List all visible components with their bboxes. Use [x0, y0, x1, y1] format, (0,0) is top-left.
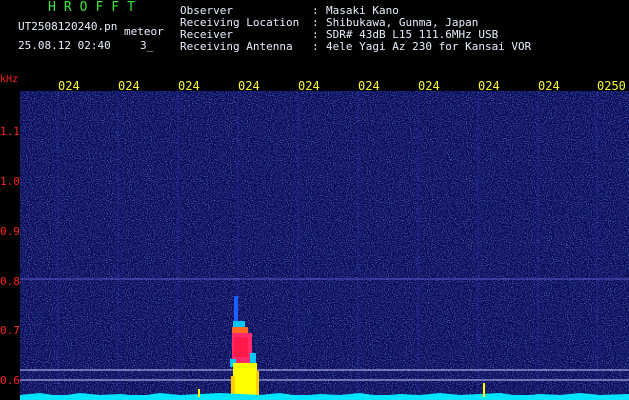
header-panel: HROFFT UT2508120240.pn meteor 25.08.12 0… — [0, 0, 629, 74]
baseline-spike — [198, 389, 200, 397]
datetime-label: 25.08.12 02:40 — [18, 39, 111, 52]
mode-label: meteor — [124, 25, 164, 38]
app-title: HROFFT — [48, 0, 143, 15]
freq-tick: 0.9 — [0, 225, 20, 238]
spectrogram-plot — [20, 91, 629, 400]
freq-tick: 0.6 — [0, 374, 20, 387]
baseline-spike — [483, 383, 485, 397]
unit-label: kHz — [0, 74, 19, 85]
filename-label: UT2508120240.pn — [18, 20, 118, 33]
antenna-key: Receiving Antenna — [180, 40, 293, 53]
freq-tick: 1.1 — [0, 125, 20, 138]
freq-tick: 1.0 — [0, 175, 20, 188]
colon: : — [312, 40, 319, 53]
count-label: 3_ — [140, 39, 154, 52]
antenna-value: 4ele Yagi Az 230 for Kansai VOR — [326, 40, 532, 53]
freq-tick: 0.7 — [0, 324, 20, 337]
freq-tick: 0.8 — [0, 275, 20, 288]
